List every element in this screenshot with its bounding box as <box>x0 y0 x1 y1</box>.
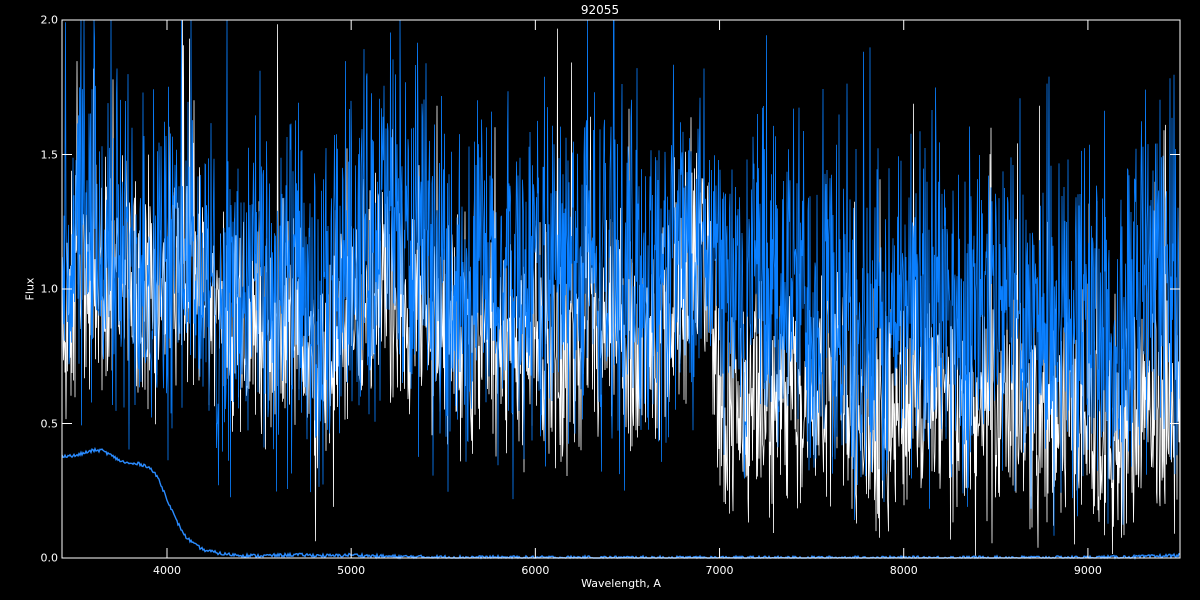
chart-title: 92055 <box>580 3 620 17</box>
y-axis-label: Flux <box>23 277 37 301</box>
y-tick-label: 0.0 <box>40 551 59 565</box>
x-tick-label: 6000 <box>521 564 550 577</box>
x-tick-label: 8000 <box>889 564 918 577</box>
x-tick-label: 7000 <box>705 564 734 577</box>
x-tick-label: 9000 <box>1073 564 1102 577</box>
x-tick-label: 5000 <box>337 564 366 577</box>
x-axis-label: Wavelength, A <box>581 577 661 590</box>
y-tick-label: 1.0 <box>40 282 59 296</box>
x-tick-label: 4000 <box>152 564 181 577</box>
spectrum-chart <box>0 0 1200 600</box>
y-tick-label: 0.5 <box>40 417 59 430</box>
y-tick-label: 2.0 <box>40 13 59 27</box>
y-tick-label: 1.5 <box>40 148 59 161</box>
